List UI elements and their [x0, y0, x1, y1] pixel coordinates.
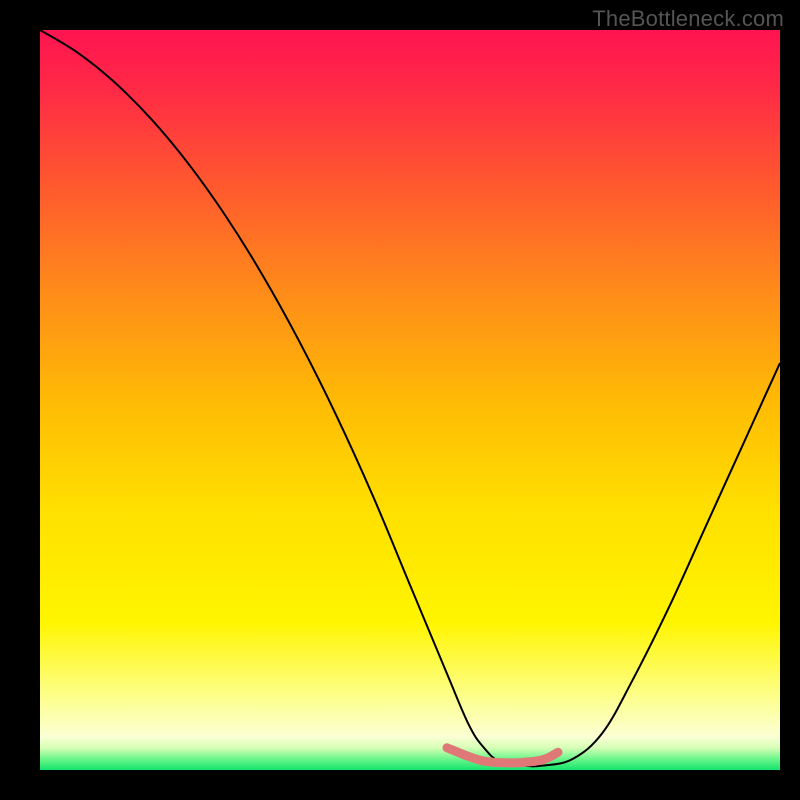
watermark-label: TheBottleneck.com	[592, 6, 784, 32]
chart-svg	[40, 30, 780, 770]
plot-area	[40, 30, 780, 770]
chart-frame: TheBottleneck.com	[0, 0, 800, 800]
optimal-zone-curve	[447, 748, 558, 763]
bottleneck-curve	[40, 30, 780, 766]
